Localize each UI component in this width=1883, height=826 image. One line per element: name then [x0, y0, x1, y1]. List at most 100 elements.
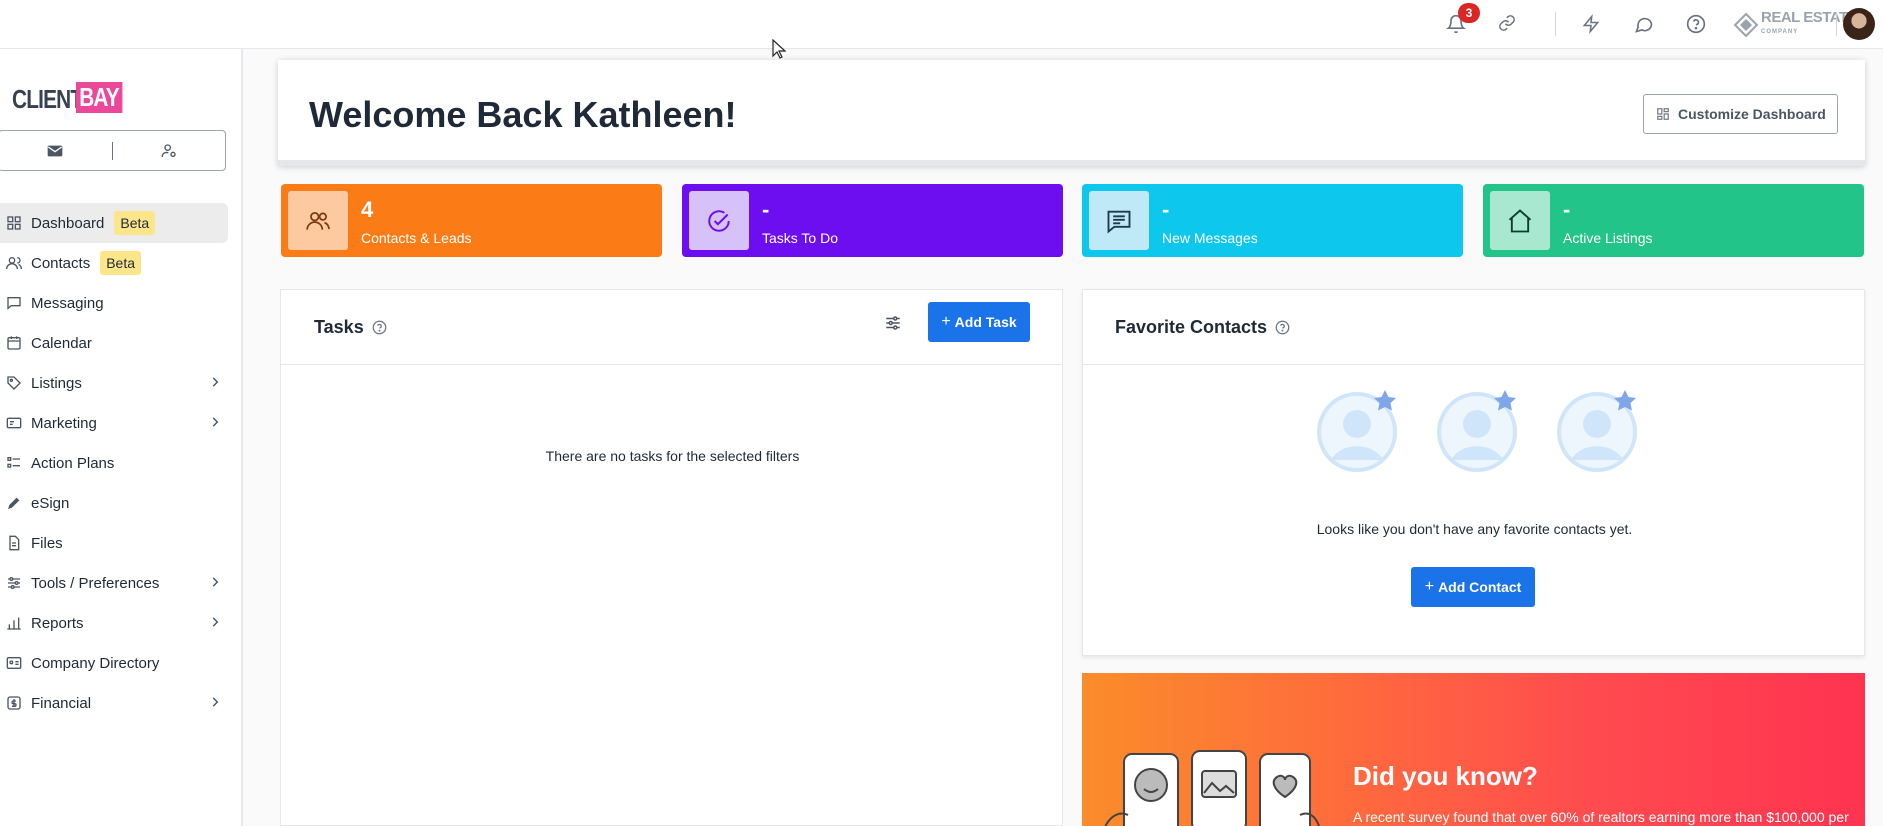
add-task-button[interactable]: + Add Task — [928, 302, 1030, 342]
plus-icon: + — [1424, 578, 1435, 595]
favorites-title: Favorite Contacts — [1115, 317, 1268, 337]
customize-dashboard-button[interactable]: Customize Dashboard — [1643, 94, 1838, 134]
help-icon[interactable] — [1686, 14, 1706, 34]
customize-label: Customize Dashboard — [1678, 106, 1826, 122]
stat-value: 4 — [361, 197, 374, 222]
envelope-icon — [47, 145, 63, 156]
sliders-icon — [8, 577, 20, 589]
sidebar-item-label: Tools / Preferences — [31, 574, 160, 592]
chevron-right-icon — [212, 577, 219, 587]
sidebar-item-dashboard[interactable]: Dashboard Beta — [0, 203, 228, 243]
sidebar-item-marketing[interactable]: Marketing — [0, 403, 228, 443]
did-you-know-text: A recent survey found that over 60% of r… — [1353, 809, 1849, 825]
divider — [1083, 364, 1864, 365]
clientbay-logo[interactable]: CLIENT BAY — [12, 82, 123, 115]
chevron-right-icon — [212, 697, 219, 707]
beta-badge: Beta — [114, 211, 156, 235]
sidebar-item-label: Calendar — [31, 334, 92, 352]
megaphone-icon — [6, 417, 22, 429]
quick-actions — [0, 130, 226, 171]
top-bar: 3 REAL ESTATE COMPANY — [0, 0, 1883, 49]
sidebar-item-label: Files — [31, 534, 63, 552]
notification-badge: 3 — [1458, 3, 1480, 23]
pen-icon — [8, 497, 20, 509]
message-icon — [1089, 191, 1149, 250]
email-button[interactable] — [0, 131, 112, 170]
home-icon — [1490, 191, 1550, 250]
beta-badge: Beta — [100, 251, 142, 275]
welcome-title: Welcome Back Kathleen! — [309, 94, 737, 135]
did-you-know-title: Did you know? — [1353, 761, 1538, 791]
chevron-right-icon — [212, 417, 219, 427]
chat-icon — [7, 297, 21, 310]
filter-sliders-icon[interactable] — [884, 314, 902, 332]
stat-card-tasks[interactable]: - Tasks To Do — [682, 184, 1063, 257]
sidebar-item-label: Contacts — [31, 254, 91, 272]
stat-card-listings[interactable]: - Active Listings — [1483, 184, 1864, 257]
id-card-icon — [6, 657, 22, 669]
divider — [281, 364, 1062, 365]
dollar-icon — [7, 696, 21, 710]
sidebar-item-reports[interactable]: Reports — [0, 603, 228, 643]
add-contact-button[interactable] — [113, 131, 226, 170]
add-task-label: Add Task — [954, 314, 1017, 330]
favorite-contact-placeholder-icon — [1557, 390, 1637, 472]
link-icon[interactable] — [1498, 14, 1518, 34]
favorite-contacts-panel: Favorite Contacts Looks like you don't h… — [1082, 289, 1865, 656]
did-you-know-banner: Did you know? A recent survey found that… — [1082, 673, 1865, 826]
sidebar-item-label: Marketing — [31, 414, 97, 432]
sidebar-item-financial[interactable]: Financial — [0, 683, 228, 723]
sidebar-nav: Dashboard Beta Contacts Beta Messaging C… — [0, 203, 228, 723]
lightning-icon[interactable] — [1582, 14, 1602, 34]
stat-card-messages[interactable]: - New Messages — [1082, 184, 1463, 257]
tag-icon — [7, 376, 21, 390]
tasks-title: Tasks — [314, 317, 364, 337]
sidebar-item-calendar[interactable]: Calendar — [0, 323, 228, 363]
sidebar-item-files[interactable]: Files — [0, 523, 228, 563]
stat-value: - — [1563, 197, 1571, 222]
sidebar-item-listings[interactable]: Listings — [0, 363, 228, 403]
bar-chart-icon — [7, 617, 21, 630]
help-icon[interactable] — [1275, 320, 1290, 335]
welcome-card: Welcome Back Kathleen! Customize Dashboa… — [278, 60, 1865, 166]
user-settings-icon — [161, 143, 176, 157]
sidebar-item-label: Company Directory — [31, 654, 160, 672]
tasks-empty-message: There are no tasks for the selected filt… — [545, 448, 800, 464]
mouse-cursor-icon — [772, 39, 786, 59]
sidebar-item-tools-preferences[interactable]: Tools / Preferences — [0, 563, 228, 603]
tasks-panel: Tasks + Add Task There are no tasks for … — [280, 289, 1063, 826]
stat-label: New Messages — [1162, 230, 1258, 246]
sidebar-item-esign[interactable]: eSign — [0, 483, 228, 523]
sidebar-item-label: Messaging — [31, 294, 104, 312]
stat-value: - — [1162, 197, 1170, 222]
sidebar-item-label: Financial — [31, 694, 92, 712]
separator — [1836, 12, 1837, 36]
calendar-icon — [7, 336, 21, 350]
user-avatar[interactable] — [1843, 8, 1875, 40]
sidebar-item-company-directory[interactable]: Company Directory — [0, 643, 228, 683]
logo-bay: BAY — [76, 82, 123, 113]
stat-label: Tasks To Do — [762, 230, 838, 246]
grid-icon — [7, 216, 21, 230]
diamond-icon — [1734, 13, 1758, 37]
add-contact-button[interactable]: + Add Contact — [1411, 567, 1535, 607]
sidebar-item-contacts[interactable]: Contacts Beta — [0, 243, 228, 283]
plus-icon: + — [941, 313, 951, 330]
stat-card-contacts[interactable]: 4 Contacts & Leads — [281, 184, 662, 257]
stat-label: Contacts & Leads — [361, 230, 472, 246]
users-icon — [6, 257, 22, 270]
stat-label: Active Listings — [1563, 230, 1653, 246]
separator — [1555, 12, 1556, 36]
sidebar-item-action-plans[interactable]: Action Plans — [0, 443, 228, 483]
sidebar-item-messaging[interactable]: Messaging — [0, 283, 228, 323]
users-icon — [288, 191, 348, 250]
sidebar-item-label: eSign — [31, 494, 70, 512]
help-icon[interactable] — [372, 320, 387, 335]
chat-bubble-icon[interactable] — [1634, 14, 1654, 34]
phones-illustration-icon — [1104, 750, 1321, 826]
sidebar-item-label: Dashboard — [31, 214, 105, 232]
favorite-contact-placeholder-icon — [1437, 390, 1517, 472]
sidebar: CLIENT BAY Dashboard Beta Contacts Beta … — [0, 49, 243, 826]
add-contact-label: Add Contact — [1438, 579, 1522, 595]
sidebar-item-label: Action Plans — [31, 454, 115, 472]
